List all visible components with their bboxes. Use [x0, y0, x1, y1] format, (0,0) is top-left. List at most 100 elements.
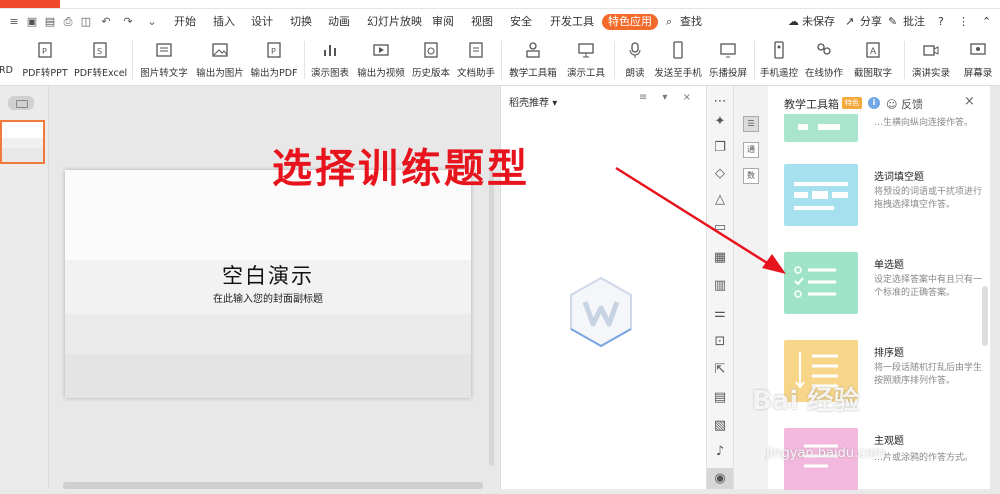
online-collab-button[interactable]: 在线协作 — [802, 38, 846, 82]
recommendation-title[interactable]: 稻壳推荐 ▾ — [509, 94, 557, 109]
menu-security[interactable]: 安全 — [510, 15, 532, 29]
close-icon[interactable]: × — [964, 94, 975, 109]
pdf-to-ppt-button[interactable]: P PDF转PPT — [22, 38, 68, 82]
tab-list[interactable]: ☰ — [743, 116, 759, 132]
search-icon[interactable]: ⌕ — [666, 15, 672, 29]
projector-icon — [578, 43, 594, 58]
settings-sliders-icon[interactable]: ⚌ — [712, 306, 728, 322]
share-button[interactable]: 分享 — [860, 15, 882, 29]
help-button[interactable]: ? — [938, 15, 944, 29]
question-card-single-choice[interactable]: 单选题 设定选择答案中有且只有一个标准的正确答案。 — [784, 252, 984, 318]
menu-slideshow[interactable]: 幻灯片放映 — [367, 15, 422, 29]
export-icon[interactable]: ⇱ — [712, 362, 728, 378]
svg-text:P: P — [271, 47, 276, 56]
menu-design[interactable]: 设计 — [251, 15, 273, 29]
card-thumbnail — [784, 252, 858, 314]
camera-icon — [923, 45, 939, 56]
menu-transition[interactable]: 切换 — [290, 15, 312, 29]
checklist-icon — [794, 266, 836, 298]
sound-icon[interactable]: ♪ — [712, 444, 728, 460]
assistant-icon — [469, 42, 483, 58]
slide-title[interactable]: 空白演示 — [65, 260, 471, 290]
card-description: …生横向纵向连接作答。 — [874, 118, 974, 128]
redo-icon[interactable]: ↷ — [122, 16, 134, 28]
history-version-button[interactable]: 历史版本 — [410, 38, 452, 82]
share-icon: ↗ — [845, 15, 855, 28]
copy-icon[interactable]: ❐ — [712, 140, 728, 156]
document-assistant-button[interactable]: 文档助手 — [455, 38, 497, 82]
comment-button[interactable]: 批注 — [903, 15, 925, 29]
thumbnail-toggle-button[interactable] — [8, 96, 34, 110]
comment-icon: ✎ — [888, 15, 898, 28]
preview-icon[interactable]: ◫ — [80, 16, 92, 28]
document-tab-fragment[interactable] — [0, 0, 60, 8]
export-pdf-button[interactable]: P 输出为PDF — [249, 38, 299, 82]
feedback-link[interactable]: ☺ 反馈 — [886, 96, 923, 112]
image-icon[interactable]: ▧ — [712, 418, 728, 434]
archive-icon[interactable]: ▤ — [712, 390, 728, 406]
menu-special-apps[interactable]: 特色应用 — [602, 14, 658, 30]
menu-review[interactable]: 审阅 — [432, 15, 454, 29]
menu-start[interactable]: 开始 — [174, 15, 196, 29]
collab-icon — [817, 43, 831, 55]
unsaved-status[interactable]: 未保存 — [802, 15, 835, 29]
horizontal-scrollbar[interactable] — [63, 482, 483, 489]
card-description: …片或涂鸦的作答方式。 — [874, 453, 974, 463]
card-thumbnail — [784, 164, 858, 226]
menu-animation[interactable]: 动画 — [328, 15, 350, 29]
export-video-button[interactable]: 输出为视频 — [355, 38, 407, 82]
menu-view[interactable]: 视图 — [471, 15, 493, 29]
undo-icon[interactable]: ↶ — [100, 16, 112, 28]
baidu-watermark-url: jingyan.baidu.com — [766, 446, 886, 461]
save-icon[interactable]: ▣ — [26, 16, 38, 28]
export-image-button[interactable]: 输出为图片 — [194, 38, 246, 82]
card-description: 设定选择答案中有且只有一个标准的正确答案。 — [874, 275, 983, 298]
more-icon[interactable]: ⋯ — [712, 94, 728, 110]
speech-record-button[interactable]: 演讲实录 — [908, 38, 954, 82]
phone-remote-button[interactable]: 手机遥控 — [758, 38, 800, 82]
question-card-subjective[interactable]: 主观题 …片或涂鸦的作答方式。 — [784, 428, 984, 494]
slide[interactable]: 空白演示 在此输入您的封面副标题 — [65, 170, 471, 398]
tab-general[interactable]: 通 — [743, 142, 759, 158]
screen-record-button[interactable]: 屏幕录 — [956, 38, 1000, 82]
active-tool-slot[interactable]: ◉ — [707, 468, 733, 489]
send-to-phone-button[interactable]: 发送至手机 — [652, 38, 704, 82]
menu-developer[interactable]: 开发工具 — [550, 15, 594, 29]
presentation-tools-button[interactable]: 演示工具 — [562, 38, 610, 82]
print-icon[interactable]: ⎙ — [62, 16, 74, 28]
teaching-toolbox-button[interactable]: 教学工具箱 — [506, 38, 560, 82]
cast-screen-button[interactable]: 乐播投屏 — [706, 38, 750, 82]
question-card-fill-blank[interactable]: 选词填空题 将预设的词语或干扰项进行拖拽选择填空作答。 — [784, 164, 984, 230]
info-icon[interactable]: i — [868, 97, 880, 109]
annotation-arrow — [615, 166, 786, 274]
baidu-watermark: Bai 经验 — [752, 386, 860, 416]
pdf-to-excel-button[interactable]: S PDF转Excel — [74, 38, 127, 82]
file-icon[interactable]: ▤ — [44, 16, 56, 28]
ribbon-word-button[interactable]: RD — [0, 38, 18, 82]
card-description: 将一段话随机打乱后由学生按照顺序排列作答。 — [874, 363, 983, 386]
vertical-scrollbar[interactable] — [489, 166, 494, 466]
read-aloud-button[interactable]: 朗读 — [620, 38, 650, 82]
question-card-matching[interactable]: …生横向纵向连接作答。 — [784, 114, 984, 144]
image-search-icon[interactable]: ⊡ — [712, 334, 728, 350]
recommendation-pane: 稻壳推荐 ▾ ≡ ▾ × — [500, 86, 707, 489]
teaching-toolbox-panel: 教学工具箱 特色 i ☺ 反馈 × …生横向纵向连接作答。 选词填空题 将预设的… — [768, 86, 990, 490]
menu-search[interactable]: 查找 — [680, 15, 702, 29]
history-icon — [424, 42, 438, 58]
slide-thumbnail-1[interactable] — [0, 120, 45, 164]
slide-subtitle[interactable]: 在此输入您的封面副标题 — [65, 290, 471, 305]
pane-controls[interactable]: ≡ ▾ × — [639, 92, 697, 103]
presentation-chart-button[interactable]: 演示图表 — [309, 38, 351, 82]
menu-icon[interactable]: ≡ — [8, 16, 20, 28]
microphone-icon — [629, 42, 641, 58]
pdf-excel-icon: S — [93, 42, 107, 58]
menu-insert[interactable]: 插入 — [213, 15, 235, 29]
screenshot-ocr-button[interactable]: A 截图取字 — [848, 38, 898, 82]
collapse-icon[interactable]: ⌃ — [982, 15, 991, 29]
card-title: 选词填空题 — [874, 172, 924, 183]
video-icon — [373, 44, 389, 56]
more-icon[interactable]: ⋮ — [958, 15, 969, 29]
chevron-down-icon[interactable]: ⌄ — [146, 16, 158, 28]
image-to-text-button[interactable]: 图片转文字 — [138, 38, 190, 82]
pin-icon[interactable]: ✦ — [712, 114, 728, 130]
